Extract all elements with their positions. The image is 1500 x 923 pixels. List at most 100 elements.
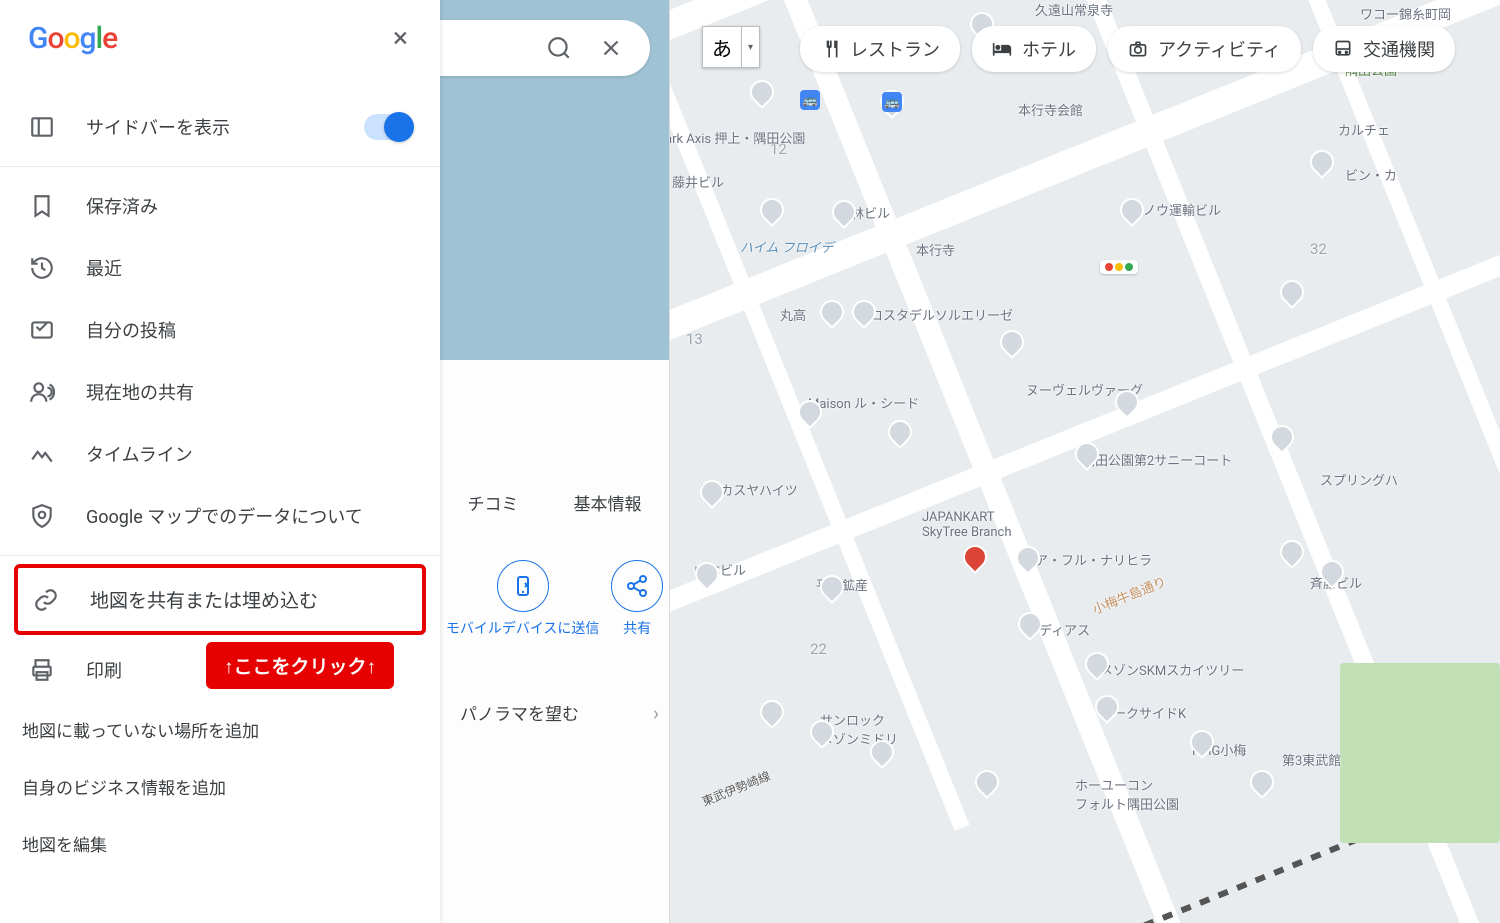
road-number: 22 xyxy=(810,640,827,658)
bus-stop-icon[interactable]: 🚌 xyxy=(800,90,820,110)
transit-icon xyxy=(1333,39,1353,59)
menu-item-add-business[interactable]: 自身のビジネス情報を追加 xyxy=(0,758,440,815)
map-poi-pin[interactable] xyxy=(755,695,789,729)
map-poi-pin[interactable] xyxy=(827,195,861,229)
chevron-right-icon: › xyxy=(653,701,659,725)
map-place-label[interactable]: 久遠山常泉寺 xyxy=(1035,0,1113,19)
camera-icon xyxy=(1128,39,1148,59)
sidebar-toggle-row[interactable]: サイドバーを表示 xyxy=(0,96,440,158)
chip-label: ホテル xyxy=(1022,36,1076,62)
menu-item-timeline[interactable]: タイムライン xyxy=(0,423,440,485)
road-number: 32 xyxy=(1310,240,1327,258)
category-chips: レストラン ホテル アクティビティ 交通機関 xyxy=(800,26,1455,72)
menu-item-your-data[interactable]: Google マップでのデータについて xyxy=(0,485,440,547)
clear-icon[interactable] xyxy=(598,35,624,61)
map-poi-pin[interactable] xyxy=(815,295,849,329)
action-label: モバイルデバイスに送信 xyxy=(446,620,600,638)
chip-activities[interactable]: アクティビティ xyxy=(1108,26,1301,72)
action-send-to-mobile[interactable]: モバイルデバイスに送信 xyxy=(446,560,600,638)
map-poi-pin-selected[interactable] xyxy=(958,540,992,574)
panorama-row[interactable]: パノラマを望む › xyxy=(460,700,659,725)
google-logo: Google xyxy=(28,21,117,56)
menu-divider xyxy=(0,555,440,556)
map-poi-pin[interactable] xyxy=(1305,145,1339,179)
timeline-icon xyxy=(28,441,56,467)
rail-label: 東武伊勢崎線 xyxy=(699,767,772,810)
map-poi-pin[interactable] xyxy=(1275,535,1309,569)
sidebar-toggle-label: サイドバーを表示 xyxy=(86,114,230,140)
map-poi-pin[interactable] xyxy=(970,765,1004,799)
map-place-label[interactable]: チア・フル・ナリヒラ xyxy=(1022,550,1152,569)
action-share[interactable]: 共有 xyxy=(611,560,663,638)
post-icon xyxy=(28,317,56,343)
chip-label: アクティビティ xyxy=(1158,36,1281,62)
map-poi-pin[interactable] xyxy=(1275,275,1309,309)
link-icon xyxy=(32,587,60,613)
map-place-label[interactable]: 丸高 xyxy=(780,305,806,324)
close-menu-button[interactable]: × xyxy=(389,20,412,56)
ime-indicator[interactable]: あ ▾ xyxy=(702,26,760,68)
share-embed-highlight: 地図を共有または埋め込む xyxy=(14,564,426,635)
map-poi-pin[interactable] xyxy=(745,75,779,109)
map-place-label[interactable]: 藤井ビル xyxy=(672,172,724,191)
map-place-label[interactable]: JAPANKART SkyTree Branch xyxy=(922,510,1012,540)
menu-item-saved[interactable]: 保存済み xyxy=(0,175,440,237)
map-place-label[interactable]: スプリングハ xyxy=(1320,470,1398,489)
map-poi-pin[interactable] xyxy=(1245,765,1279,799)
menu-item-label: 地図を共有または埋め込む xyxy=(90,586,318,613)
street-label: 小梅牛島通り xyxy=(1089,571,1168,618)
chip-label: 交通機関 xyxy=(1363,36,1435,62)
annotation-callout: ↑ここをクリック↑ xyxy=(206,642,394,689)
map-place-label[interactable]: ark Axis 押上・隅田公園 xyxy=(665,128,805,147)
menu-item-contributions[interactable]: 自分の投稿 xyxy=(0,299,440,361)
map-place-label[interactable]: ホーユーコン フォルト隅田公園 xyxy=(1075,775,1179,813)
street-label: ハイム フロイデ xyxy=(740,237,834,256)
chip-restaurants[interactable]: レストラン xyxy=(800,26,960,72)
tab-info[interactable]: 基本情報 xyxy=(574,490,642,515)
menu-item-label: 地図を編集 xyxy=(22,831,107,856)
map-place-label[interactable]: ビン・カ xyxy=(1345,165,1397,184)
search-icon[interactable] xyxy=(546,35,572,61)
menu-item-label: 保存済み xyxy=(86,193,158,219)
restaurant-icon xyxy=(820,39,840,59)
map-place-label[interactable]: 本行寺会館 xyxy=(1018,100,1083,119)
share-location-icon xyxy=(28,379,56,405)
ime-dropdown[interactable]: ▾ xyxy=(742,26,760,68)
map-poi-pin[interactable] xyxy=(755,193,789,227)
bus-stop-icon[interactable]: 🚌 xyxy=(882,92,902,112)
sidebar-toggle-switch[interactable] xyxy=(364,114,412,140)
map-place-label[interactable]: カルチェ xyxy=(1338,120,1390,139)
hotel-icon xyxy=(992,39,1012,59)
shield-icon xyxy=(28,503,56,529)
bookmark-icon xyxy=(28,193,56,219)
map-place-label[interactable]: コスタデルソルエリーゼ xyxy=(870,305,1013,324)
menu-item-edit-map[interactable]: 地図を編集 xyxy=(0,815,440,872)
chip-hotels[interactable]: ホテル xyxy=(972,26,1096,72)
panorama-label: パノラマを望む xyxy=(460,700,579,725)
map-place-label[interactable]: 第3東武館 xyxy=(1282,750,1341,769)
action-label: 共有 xyxy=(611,620,663,638)
menu-item-label: タイムライン xyxy=(86,441,193,467)
map-poi-pin[interactable] xyxy=(1115,193,1149,227)
menu-item-share-embed[interactable]: 地図を共有または埋め込む xyxy=(18,568,422,631)
map-place-label[interactable]: 隅田公園第2サニーコート xyxy=(1082,450,1232,469)
menu-item-add-missing-place[interactable]: 地図に載っていない場所を追加 xyxy=(0,701,440,758)
map-place-label[interactable]: 本行寺 xyxy=(916,240,955,259)
map-place-label[interactable]: ワコー錦糸町岡 xyxy=(1360,4,1451,23)
history-icon xyxy=(28,255,56,281)
chip-transit[interactable]: 交通機関 xyxy=(1313,26,1455,72)
map-place-label[interactable]: メゾンSKMスカイツリー xyxy=(1100,660,1244,679)
menu-item-label: 自分の投稿 xyxy=(86,317,176,343)
tab-reviews[interactable]: チコミ xyxy=(468,490,519,515)
menu-item-location-sharing[interactable]: 現在地の共有 xyxy=(0,361,440,423)
map-poi-pin[interactable] xyxy=(995,325,1029,359)
search-box[interactable] xyxy=(440,20,650,76)
sidebar-icon xyxy=(28,114,56,140)
menu-item-recent[interactable]: 最近 xyxy=(0,237,440,299)
ime-mode[interactable]: あ xyxy=(702,26,742,68)
chip-label: レストラン xyxy=(850,36,940,62)
menu-item-label: 自身のビジネス情報を追加 xyxy=(22,774,226,799)
map-place-label[interactable]: Maison ル・シード xyxy=(808,393,919,412)
map-poi-pin[interactable] xyxy=(883,415,917,449)
send-to-phone-icon xyxy=(511,574,535,598)
